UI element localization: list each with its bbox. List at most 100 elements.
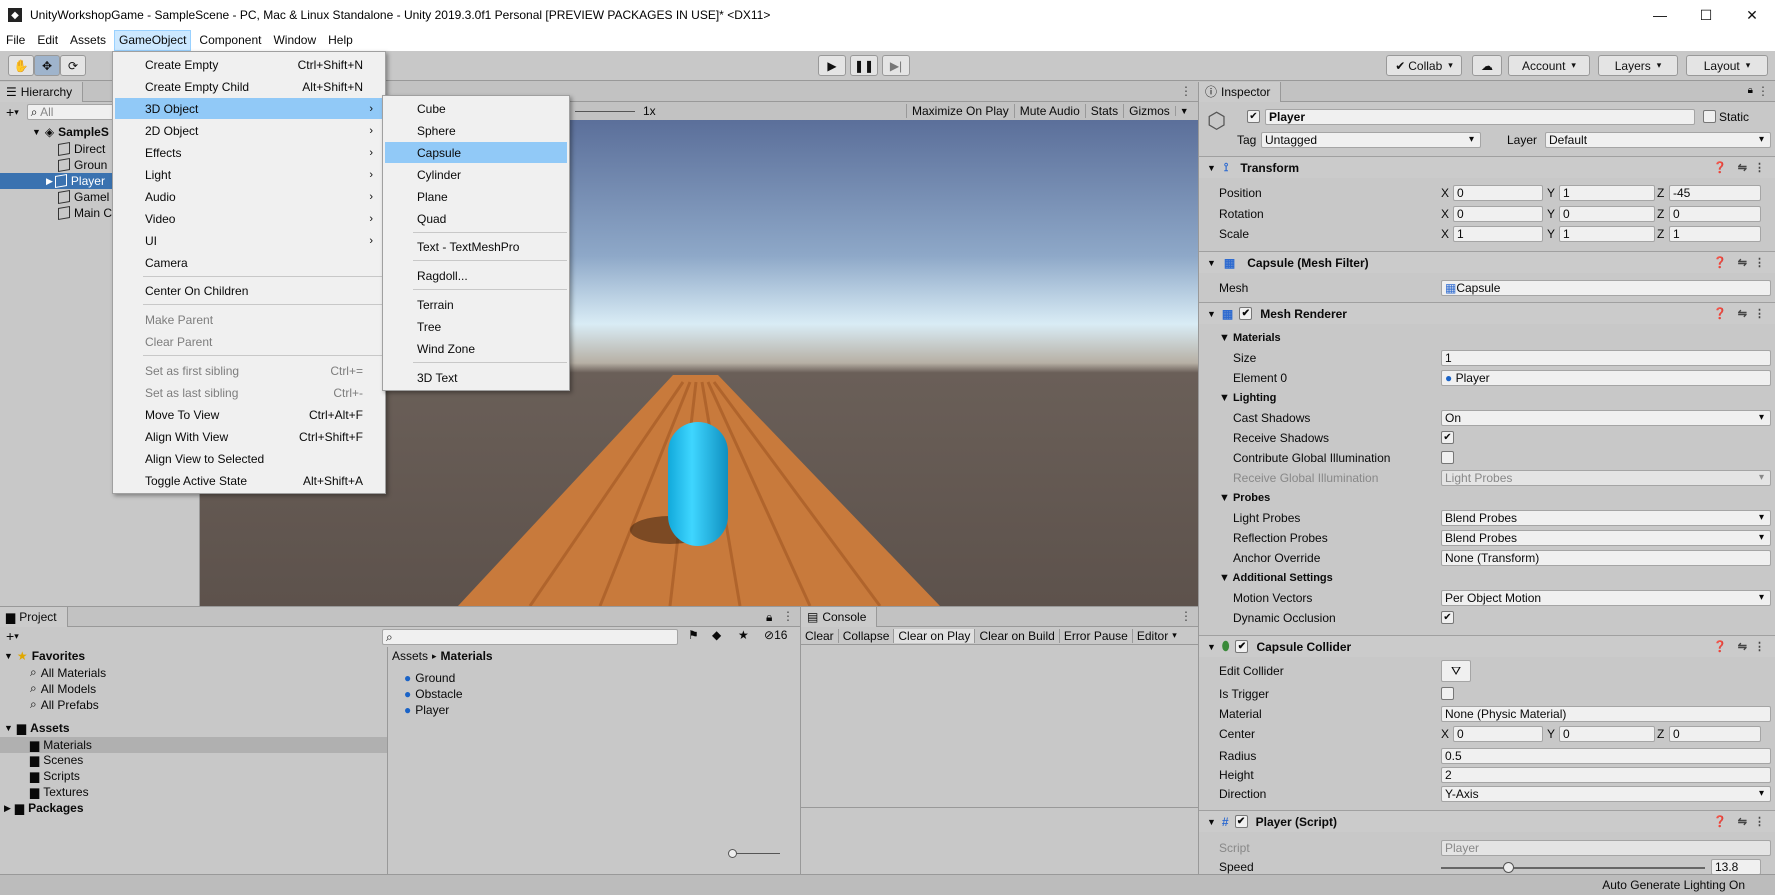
preset-icon[interactable]: ⇋	[1738, 161, 1747, 174]
menu-item-create-empty[interactable]: Create Empty Ctrl+Shift+N	[115, 54, 383, 75]
folder-item[interactable]: ▆ Scripts	[30, 769, 80, 783]
menu-item-ui[interactable]: UI ›	[115, 230, 383, 251]
scale-x-field[interactable]: 1	[1453, 226, 1543, 242]
player-script-header[interactable]: ▼ # ✔ Player (Script) ❓ ⇋ ⋮	[1199, 810, 1775, 832]
menu-gameobject[interactable]: GameObject	[114, 30, 192, 51]
breadcrumb-materials[interactable]: Materials	[441, 649, 493, 663]
minimize-button[interactable]: —	[1637, 0, 1683, 30]
editor-dropdown[interactable]: Editor	[1133, 629, 1172, 643]
active-checkbox[interactable]: ✔	[1247, 110, 1260, 123]
layout-dropdown[interactable]: Layout ▾	[1686, 55, 1768, 76]
submenu-item-ragdoll[interactable]: Ragdoll...	[385, 265, 567, 286]
static-checkbox[interactable]	[1703, 110, 1716, 123]
help-icon[interactable]: ❓	[1713, 815, 1727, 828]
icon-size-slider-thumb[interactable]	[728, 849, 737, 858]
preset-icon[interactable]: ⇋	[1738, 815, 1747, 828]
clear-on-play-toggle[interactable]: Clear on Play	[894, 628, 976, 643]
center-x-field[interactable]: 0	[1453, 726, 1543, 742]
mute-audio-toggle[interactable]: Mute Audio	[1013, 104, 1085, 118]
maximize-on-play-toggle[interactable]: Maximize On Play	[906, 104, 1014, 118]
hierarchy-scene[interactable]: ▼ ◈ SampleS	[32, 124, 109, 140]
anchor-override-field[interactable]: None (Transform)	[1441, 550, 1771, 566]
more-options-icon[interactable]: ⋮	[1180, 609, 1192, 623]
collab-button[interactable]: ✔ Collab ▾	[1386, 55, 1462, 76]
preset-icon[interactable]: ⇋	[1738, 256, 1747, 269]
edit-collider-button[interactable]: ⛛	[1441, 660, 1471, 682]
project-search-input[interactable]: ⌕	[382, 629, 678, 645]
rotate-tool-icon[interactable]: ⟳	[60, 55, 86, 76]
gizmos-dropdown[interactable]: Gizmos	[1123, 104, 1175, 118]
element0-field[interactable]: ● Player	[1441, 370, 1771, 386]
hierarchy-item[interactable]: Main C	[58, 205, 112, 221]
folder-item[interactable]: ▆ Textures	[30, 785, 89, 799]
center-y-field[interactable]: 0	[1559, 726, 1655, 742]
contribute-gi-checkbox[interactable]	[1441, 451, 1454, 464]
direction-dropdown[interactable]: Y-Axis	[1441, 786, 1771, 802]
cast-shadows-dropdown[interactable]: On	[1441, 410, 1771, 426]
height-field[interactable]: 2	[1441, 767, 1771, 783]
tab-inspector[interactable]: ⓘ Inspector	[1199, 82, 1282, 102]
stats-toggle[interactable]: Stats	[1084, 104, 1123, 118]
step-icon[interactable]: ▶|	[882, 55, 910, 76]
icon-size-slider[interactable]	[730, 853, 780, 854]
speed-slider[interactable]	[1441, 867, 1705, 869]
pause-icon[interactable]: ❚❚	[850, 55, 878, 76]
scale-y-field[interactable]: 1	[1559, 226, 1655, 242]
probes-foldout[interactable]: ▼ Probes	[1219, 492, 1270, 504]
capsule-collider-header[interactable]: ▼ ⬮ ✔ Capsule Collider ❓ ⇋ ⋮	[1199, 635, 1775, 657]
favorite-item[interactable]: ⌕ All Models	[30, 681, 96, 696]
lock-icon[interactable]: 🔒︎	[766, 610, 772, 625]
submenu-item-sphere[interactable]: Sphere	[385, 120, 567, 141]
filter-type-icon[interactable]: ⚑	[688, 628, 699, 642]
collider-material-field[interactable]: None (Physic Material)	[1441, 706, 1771, 722]
menu-item-2d-object[interactable]: 2D Object ›	[115, 120, 383, 141]
clear-on-build-toggle[interactable]: Clear on Build	[975, 628, 1060, 643]
submenu-item-cube[interactable]: Cube	[385, 98, 567, 119]
material-file[interactable]: ● Ground	[404, 671, 455, 685]
capsule-collider-enabled-checkbox[interactable]: ✔	[1235, 640, 1249, 653]
mesh-renderer-enabled-checkbox[interactable]: ✔	[1239, 307, 1253, 320]
position-y-field[interactable]: 1	[1559, 185, 1655, 201]
transform-header[interactable]: ▼ ⟟ Transform ❓ ⇋ ⋮	[1199, 156, 1775, 178]
add-icon[interactable]: +	[6, 628, 14, 644]
scale-slider[interactable]	[575, 111, 635, 112]
layer-dropdown[interactable]: Default	[1545, 132, 1771, 148]
breadcrumb-assets[interactable]: Assets	[392, 649, 428, 663]
rotation-x-field[interactable]: 0	[1453, 206, 1543, 222]
menu-item-align-with-view[interactable]: Align With View Ctrl+Shift+F	[115, 426, 383, 447]
motion-vectors-dropdown[interactable]: Per Object Motion	[1441, 590, 1771, 606]
rotation-y-field[interactable]: 0	[1559, 206, 1655, 222]
favorite-item[interactable]: ⌕ All Materials	[30, 665, 106, 680]
center-z-field[interactable]: 0	[1669, 726, 1761, 742]
menu-item-3d-object[interactable]: 3D Object ›	[115, 98, 383, 119]
rotation-z-field[interactable]: 0	[1669, 206, 1761, 222]
menu-item-effects[interactable]: Effects ›	[115, 142, 383, 163]
assets-section[interactable]: ▼ ▆ Assets	[4, 721, 70, 735]
packages-section[interactable]: ▶ ▆ Packages	[4, 801, 84, 815]
speed-slider-thumb[interactable]	[1503, 862, 1514, 873]
favorite-item[interactable]: ⌕ All Prefabs	[30, 697, 99, 712]
menu-file[interactable]: File	[2, 31, 29, 50]
speed-field[interactable]: 13.8	[1711, 859, 1761, 874]
menu-help[interactable]: Help	[324, 31, 357, 50]
submenu-item-textmeshpro[interactable]: Text - TextMeshPro	[385, 236, 567, 257]
submenu-item-cylinder[interactable]: Cylinder	[385, 164, 567, 185]
mesh-filter-header[interactable]: ▼ ▦ Capsule (Mesh Filter) ❓ ⇋ ⋮	[1199, 251, 1775, 273]
submenu-item-quad[interactable]: Quad	[385, 208, 567, 229]
mesh-renderer-header[interactable]: ▼ ▦ ✔ Mesh Renderer ❓ ⇋ ⋮	[1199, 302, 1775, 324]
menu-item-create-empty-child[interactable]: Create Empty Child Alt+Shift+N	[115, 76, 383, 97]
reflection-probes-dropdown[interactable]: Blend Probes	[1441, 530, 1771, 546]
mesh-field[interactable]: ▦Capsule	[1441, 280, 1771, 296]
star-icon[interactable]: ★	[738, 628, 749, 642]
submenu-item-capsule[interactable]: Capsule	[385, 142, 567, 163]
hidden-packages-icon[interactable]: ⊘16	[764, 628, 787, 642]
tab-console[interactable]: ▤ Console	[801, 606, 878, 627]
more-options-icon[interactable]: ⋮	[1180, 84, 1192, 98]
hierarchy-item[interactable]: Gamel	[58, 189, 109, 205]
more-options-icon[interactable]: ⋮	[1757, 84, 1769, 98]
submenu-item-tree[interactable]: Tree	[385, 316, 567, 337]
account-dropdown[interactable]: Account ▾	[1508, 55, 1590, 76]
hierarchy-item[interactable]: Direct	[58, 141, 105, 157]
light-probes-dropdown[interactable]: Blend Probes	[1441, 510, 1771, 526]
menu-item-align-view-to-selected[interactable]: Align View to Selected	[115, 448, 383, 469]
